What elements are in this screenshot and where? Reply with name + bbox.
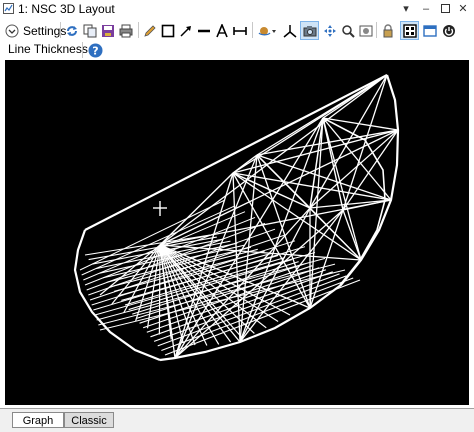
power-icon[interactable] xyxy=(440,22,458,40)
layout-canvas[interactable] xyxy=(5,60,469,405)
toolbar-separator xyxy=(252,22,253,38)
zoom-icon[interactable] xyxy=(339,22,357,40)
rotate-icon[interactable] xyxy=(256,22,278,40)
wireframe-line xyxy=(342,209,362,261)
dimension-icon[interactable] xyxy=(231,22,249,40)
wireframe-line xyxy=(159,129,399,246)
line-icon[interactable] xyxy=(195,22,213,40)
camera-icon[interactable] xyxy=(300,21,319,40)
tab-strip: Graph Classic xyxy=(0,408,474,432)
arrow-icon[interactable] xyxy=(177,22,195,40)
tab-graph[interactable]: Graph xyxy=(12,412,64,428)
toolbar-separator xyxy=(82,42,83,58)
minimize-icon[interactable]: ‒ xyxy=(418,1,434,17)
toolbar-separator xyxy=(138,22,139,38)
maximize-icon[interactable] xyxy=(437,1,453,17)
title-bar: 1: NSC 3D Layout ▾ ‒ ✕ xyxy=(0,0,474,18)
wireframe-line xyxy=(256,154,311,209)
refresh-icon[interactable] xyxy=(63,22,81,40)
toolbar-main: Settings xyxy=(0,20,474,42)
window-app-icon xyxy=(3,3,14,14)
toolbar-separator xyxy=(60,22,61,38)
toolbar-secondary: Line Thickness ▼ ? xyxy=(0,40,474,60)
screenshot-icon[interactable] xyxy=(357,22,375,40)
text-icon[interactable] xyxy=(213,22,231,40)
pencil-icon[interactable] xyxy=(141,22,159,40)
wireframe-line xyxy=(309,199,392,209)
copy-icon[interactable] xyxy=(81,22,99,40)
help-icon[interactable]: ? xyxy=(86,41,104,59)
wireframe-drawing xyxy=(73,74,400,362)
window-title: 1: NSC 3D Layout xyxy=(18,2,115,16)
svg-text:?: ? xyxy=(92,44,98,57)
wireframe-line xyxy=(159,74,388,246)
axes-icon[interactable] xyxy=(281,22,299,40)
grid-icon[interactable] xyxy=(400,21,419,40)
wireframe-line xyxy=(322,117,344,211)
lock-icon[interactable] xyxy=(379,22,397,40)
save-icon[interactable] xyxy=(99,22,117,40)
pan-icon[interactable] xyxy=(321,22,339,40)
settings-button[interactable]: Settings xyxy=(5,22,66,40)
tab-classic[interactable]: Classic xyxy=(64,412,114,428)
rectangle-icon[interactable] xyxy=(159,22,177,40)
chevron-down-circle-icon xyxy=(5,24,19,38)
toolbar-separator xyxy=(376,22,377,38)
close-icon[interactable]: ✕ xyxy=(455,1,471,17)
print-icon[interactable] xyxy=(117,22,135,40)
window-icon[interactable] xyxy=(421,22,439,40)
wireframe-line xyxy=(239,209,344,343)
dropdown-arrow-icon[interactable]: ▾ xyxy=(398,1,414,17)
line-thickness-label: Line Thickness xyxy=(8,42,88,56)
